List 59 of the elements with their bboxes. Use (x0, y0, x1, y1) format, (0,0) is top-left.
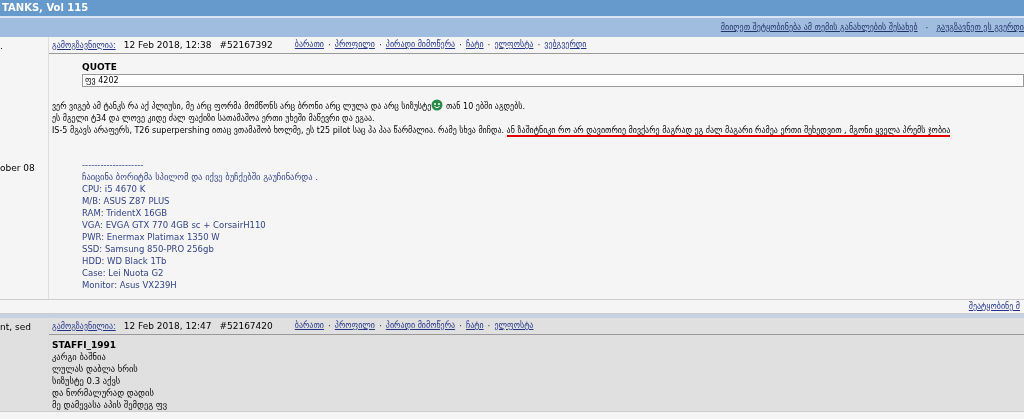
post-link[interactable]: ელფოსტა (494, 321, 534, 331)
signature-line: CPU: i5 4670 K (82, 183, 147, 195)
signature-line: VGA: EVGA GTX 770 4GB sc + CorsairH110 (82, 219, 267, 231)
post-text: ლულას დაბლა ხრის (52, 363, 139, 375)
post-link[interactable]: ჩატი (466, 40, 484, 50)
post-text: მე დამევასა აპის შემდეგ ფვ (52, 399, 169, 411)
report-link[interactable]: შეატყობინე მ (968, 302, 1020, 311)
smiley-icon (431, 99, 444, 111)
signature-line: M/B: ASUS Z87 PLUS (82, 195, 171, 207)
separator-dot: · (378, 40, 382, 50)
post-text: და ნორმალურად დადის (52, 387, 155, 399)
post-text: IS-5 მგავს არაფერს, T26 superpershing ითაც ვთამაშობ ხოლმე, ეს t25 pilot საც ჰა ჰაა წარმალია. რამე სხვა მიჩდა. (52, 126, 506, 135)
signature-line: Case: Lei Nuota G2 (82, 267, 165, 279)
post-text: სიზუსტე 0.3 აქვს (52, 375, 122, 387)
topic-link[interactable]: მიიღეთ შეტყობინება ამ თემის განახლების შესახებ (720, 23, 918, 32)
author-info: nt, sed (0, 322, 32, 332)
post-link[interactable]: ჩატი (466, 321, 484, 331)
post-text: ეს მგელი ტ34 და ლოვე კიდე ძალ ფაქიზი სათამაშოა ერთი უხეში მაწევრი და ეგაა. (52, 114, 375, 123)
post-link[interactable]: პირადი მიმოწერა (385, 40, 456, 50)
author-info: ober 08 (0, 163, 36, 173)
author-info: . (0, 41, 4, 51)
separator-dot: · (537, 40, 541, 50)
post-text: ვერ ვიგებ ამ ტანკს რა აქ პლიუსი, მე არც ფორმა მომწონს არც ბრონი არც ლულა და არც სიზუსტე (52, 102, 432, 111)
separator-dot: · (487, 321, 491, 331)
post-link[interactable]: ელფოსტა (494, 40, 534, 50)
separator-dot: · (378, 321, 382, 331)
signature-line: HDD: WD Black 1Tb (82, 255, 168, 267)
signature-line: RAM: TridentX 16GB (82, 207, 169, 219)
separator-dot: · (327, 40, 331, 50)
post-text: კარგი ბაშნია (52, 351, 107, 363)
signature-line: -------------------- (82, 159, 145, 171)
sent-label[interactable]: გამოგზავნილია: (52, 321, 116, 331)
quote-text: ფვ 4202 (82, 74, 1024, 87)
separator-dot: · (487, 40, 491, 50)
separator-dot: · (459, 321, 462, 331)
quote-title: QUOTE (82, 62, 118, 72)
post-link[interactable]: პროფილი (334, 321, 375, 331)
sent-label[interactable]: გამოგზავნილია: (52, 40, 116, 50)
signature-line: ჩაიცინა ბორიტმა სპილომ და იქვე ბუჩქებში გაუჩინარდა . (82, 171, 319, 183)
post-text: თან 10 ებში აგდებს. (444, 102, 526, 111)
topic-link[interactable]: გაუგზავნეთ ეს გვერდი (936, 23, 1024, 32)
post-date: 12 Feb 2018, 12:47 (123, 321, 212, 331)
post-date: 12 Feb 2018, 12:38 (123, 40, 212, 50)
post-link[interactable]: ვებგვერდი (544, 40, 587, 50)
post-title: STAFFI_1991 (52, 340, 118, 350)
post-link[interactable]: ბარათი (294, 40, 324, 50)
topic-title: TANKS, Vol 115 (2, 2, 89, 13)
post-link[interactable]: პროფილი (334, 40, 375, 50)
post-id: #52167392 (219, 40, 273, 50)
separator-dot: · (925, 22, 929, 33)
signature-line: Monitor: Asus VX239H (82, 279, 178, 291)
signature-line: SSD: Samsung 850-PRO 256gb (82, 243, 215, 255)
underlined-text: ან ზაშიტნიკი რო არ დავითრიე მივქარე მაგრად ეგ ძალ მაგარი რამეა ერთი შეხედვით , მგონი ყველა პრემს ჯობია (506, 126, 951, 137)
separator-dot: · (327, 321, 331, 331)
post-id: #52167420 (219, 321, 273, 331)
post-link[interactable]: ბარათი (294, 321, 324, 331)
separator-dot: · (459, 40, 462, 50)
signature-line: PWR: Enermax Platimax 1350 W (82, 231, 221, 243)
post-link[interactable]: პირადი მიმოწერა (385, 321, 456, 331)
